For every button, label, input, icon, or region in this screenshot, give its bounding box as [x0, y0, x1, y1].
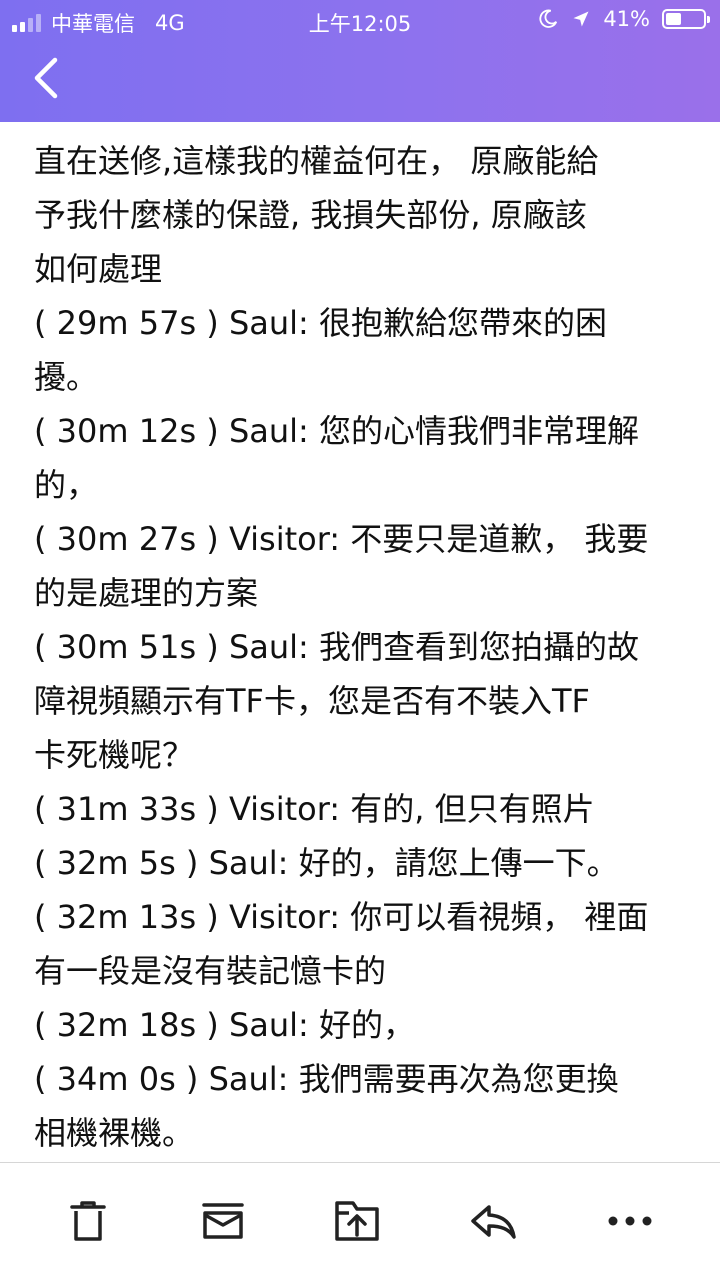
message-line: 的是處理的方案	[34, 574, 259, 612]
back-button[interactable]	[22, 54, 70, 102]
message-line: ( 30m 12s ) Saul: 您的心情我們非常理解	[34, 412, 639, 450]
message-line: 有一段是沒有裝記憶卡的	[34, 952, 387, 990]
status-right: 41%	[537, 7, 710, 31]
message-line: ( 30m 51s ) Saul: 我們查看到您拍攝的故	[34, 628, 639, 666]
message-line: 直在送修,這樣我的權益何在， 原廠能給	[34, 142, 599, 180]
trash-icon	[70, 1201, 106, 1241]
battery-cap	[707, 16, 710, 23]
location-arrow-icon	[573, 11, 589, 27]
message-line: 如何處理	[34, 250, 163, 288]
reply-icon	[471, 1205, 516, 1239]
message-line: 卡死機呢？	[34, 736, 195, 774]
delete-button[interactable]	[58, 1191, 118, 1251]
move-to-folder-button[interactable]	[327, 1191, 387, 1251]
message-line: ( 32m 13s ) Visitor: 你可以看視頻， 裡面	[34, 898, 649, 936]
message-line: 相機裸機。	[34, 1114, 195, 1152]
message-line: 的，	[34, 466, 99, 504]
message-line: ( 31m 33s ) Visitor: 有的, 但只有照片	[34, 790, 595, 828]
reply-button[interactable]	[463, 1191, 523, 1251]
moon-icon	[539, 9, 558, 28]
status-bar: 中華電信 4G 上午12:05 41%	[0, 0, 720, 40]
message-line: ( 32m 18s ) Saul: 好的，	[34, 1006, 415, 1044]
header-bar: 中華電信 4G 上午12:05 41%	[0, 0, 720, 122]
message-line: 擾。	[34, 358, 99, 396]
move-folder-icon	[335, 1201, 379, 1241]
message-line: 障視頻顯示有TF卡，您是否有不裝入TF	[34, 682, 590, 720]
more-options-button[interactable]	[600, 1191, 660, 1251]
message-line: ( 30m 27s ) Visitor: 不要只是道歉， 我要	[34, 520, 649, 558]
battery-fill	[666, 13, 681, 25]
battery-icon	[662, 9, 710, 29]
message-line: 予我什麼樣的保證, 我損失部份, 原廠該	[34, 196, 587, 234]
chevron-left-icon	[34, 57, 58, 99]
more-icon	[608, 1216, 652, 1226]
message-line: ( 32m 5s ) Saul: 好的，請您上傳一下。	[34, 844, 619, 882]
message-line: ( 34m 0s ) Saul: 我們需要再次為您更換	[34, 1060, 619, 1098]
bottom-toolbar	[0, 1162, 720, 1281]
archive-icon	[202, 1203, 244, 1239]
message-line: ( 29m 57s ) Saul: 很抱歉給您帶來的困	[34, 304, 607, 342]
message-body: 直在送修,這樣我的權益何在， 原廠能給 予我什麼樣的保證, 我損失部份, 原廠該…	[34, 134, 694, 1154]
archive-button[interactable]	[193, 1191, 253, 1251]
battery-percent: 41%	[603, 7, 650, 31]
